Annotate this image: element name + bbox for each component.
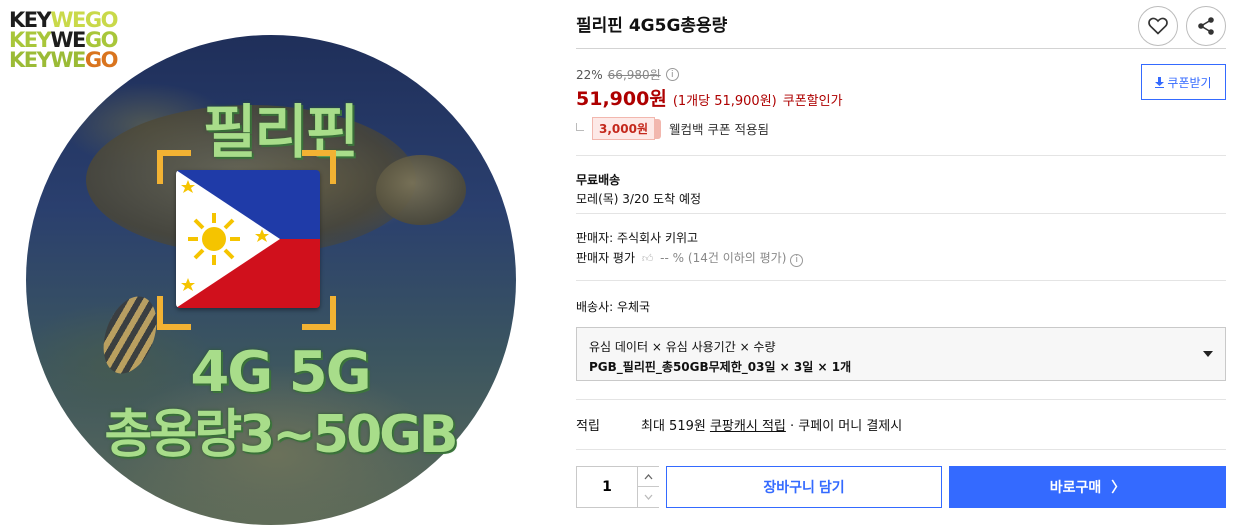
sale-price: 51,900원 — [576, 88, 667, 110]
discount-rate: 22% — [576, 67, 603, 82]
divider — [576, 155, 1226, 156]
share-icon — [1198, 17, 1214, 35]
quantity-decrease-button[interactable] — [637, 487, 659, 507]
brand-logo: KEYWEGO KEYWEGO KEYWEGO — [9, 8, 118, 72]
buy-now-button[interactable]: 바로구매 〉 — [949, 466, 1226, 508]
option-select-label: 유심 데이터 × 유심 사용기간 × 수량 — [589, 340, 776, 354]
chevron-up-icon — [644, 473, 653, 479]
quantity-increase-button[interactable] — [637, 467, 659, 487]
coupang-cash-link[interactable]: 쿠팡캐시 적립 — [710, 419, 786, 434]
indent-mark — [576, 122, 584, 131]
points-text: 최대 519원 쿠팡캐시 적립 · 쿠페이 머니 결제시 — [641, 415, 902, 434]
shipping-label: 무료배송 — [576, 173, 621, 187]
divider — [576, 449, 1226, 450]
quantity-stepper — [576, 466, 659, 508]
add-to-cart-button[interactable]: 장바구니 담기 — [666, 466, 942, 508]
price-line: 51,900원 (1개당 51,900원) 쿠폰할인가 — [576, 84, 843, 111]
wishlist-button[interactable] — [1138, 6, 1178, 46]
download-coupon-button[interactable]: 쿠폰받기 — [1141, 64, 1226, 100]
product-page: KEYWEGO KEYWEGO KEYWEGO 필리핀 4G 5G 총용량3~5… — [0, 0, 1243, 525]
seller-rating-label: 판매자 평가 — [576, 251, 636, 265]
divider — [576, 213, 1226, 214]
chevron-down-icon — [644, 494, 653, 500]
welcome-coupon-text: 웰컴백 쿠폰 적용됨 — [669, 122, 769, 137]
seller-rating-note: (14건 이하의 평가) — [687, 251, 787, 265]
buy-now-label: 바로구매 — [1049, 479, 1102, 495]
arrival-date: 모레(목) 3/20 도착 예정 — [576, 192, 702, 206]
points-suffix: · 쿠페이 머니 결제시 — [785, 419, 903, 434]
option-select-value: PGB_필리핀_총50GB무제한_03일 × 3일 × 1개 — [589, 360, 852, 374]
share-button[interactable] — [1186, 6, 1226, 46]
chevron-right-icon: 〉 — [1111, 479, 1126, 495]
coupon-button-label: 쿠폰받기 — [1167, 75, 1212, 90]
points-amount: 최대 519원 — [641, 419, 710, 434]
info-icon[interactable]: i — [665, 68, 679, 81]
download-icon — [1155, 76, 1165, 88]
add-to-cart-label: 장바구니 담기 — [763, 479, 845, 495]
seller-name: 판매자: 주식회사 키위고 — [576, 231, 699, 245]
image-title-country: 필리핀 — [202, 98, 359, 166]
divider — [576, 399, 1226, 400]
coupon-amount-badge: 3,000원 — [592, 117, 661, 140]
product-image[interactable]: KEYWEGO KEYWEGO KEYWEGO 필리핀 4G 5G 총용량3~5… — [0, 0, 560, 525]
thumbs-up-icon: 👍︎ — [641, 252, 654, 265]
divider — [576, 48, 1226, 49]
product-details: 필리핀 4G5G총용량 22% 66,980원 i 51,900원 (1개당 5… — [576, 0, 1226, 525]
discount-info: 22% 66,980원 i — [576, 66, 679, 83]
original-price: 66,980원 — [607, 68, 661, 82]
unit-price: (1개당 51,900원) — [672, 94, 777, 109]
coupon-price-label: 쿠폰할인가 — [782, 94, 843, 109]
heart-icon — [1148, 17, 1168, 35]
option-select[interactable]: 유심 데이터 × 유심 사용기간 × 수량 PGB_필리핀_총50GB무제한_0… — [576, 327, 1226, 381]
image-title-capacity: 총용량3~50GB — [104, 405, 459, 465]
caret-down-icon — [1203, 351, 1213, 357]
philippines-flag-icon — [176, 170, 320, 308]
points-row: 적립 최대 519원 쿠팡캐시 적립 · 쿠페이 머니 결제시 — [576, 415, 902, 434]
info-icon[interactable]: i — [790, 253, 804, 267]
welcome-coupon-row: 3,000원 웰컴백 쿠폰 적용됨 — [576, 117, 769, 140]
product-title: 필리핀 4G5G총용량 — [576, 16, 728, 36]
points-label: 적립 — [576, 419, 600, 434]
divider — [576, 280, 1226, 281]
delivery-company: 배송사: 우체국 — [576, 300, 651, 314]
quantity-input[interactable] — [577, 467, 637, 507]
seller-rating-value: -- % — [660, 251, 685, 265]
seller-rating: 판매자 평가 👍︎ -- % (14건 이하의 평가) i — [576, 249, 804, 267]
